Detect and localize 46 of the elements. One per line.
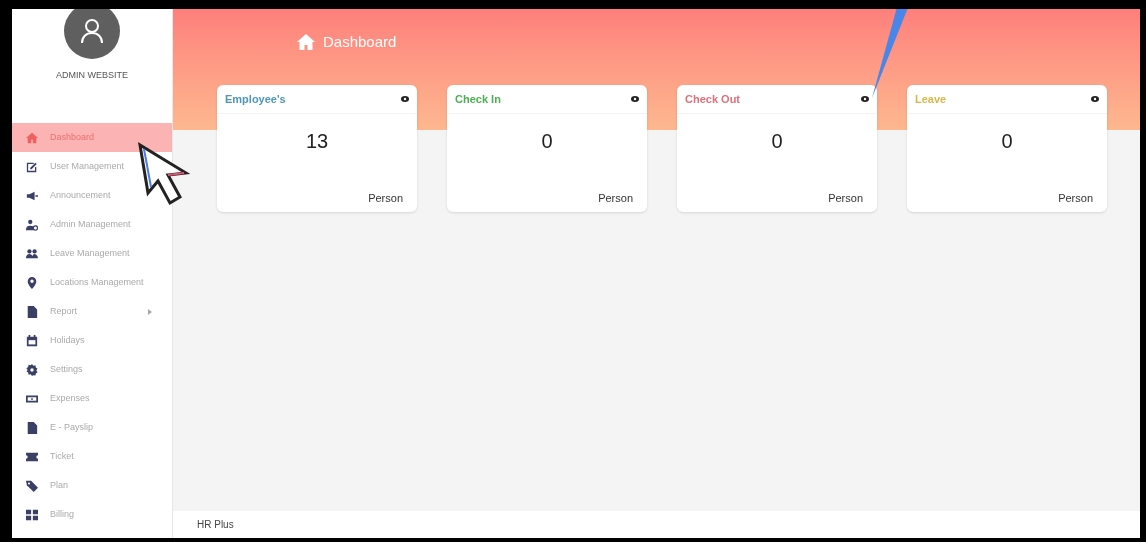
megaphone-icon xyxy=(26,189,38,202)
stat-value: 13 xyxy=(305,129,329,154)
sidebar-item[interactable]: Plan xyxy=(12,471,172,500)
sidebar-item[interactable]: Admin Management xyxy=(12,210,172,239)
stat-unit: Person xyxy=(1058,190,1093,206)
home-icon xyxy=(26,131,38,144)
sidebar-item[interactable]: Expenses xyxy=(12,384,172,413)
grid-icon xyxy=(26,508,38,521)
file-icon xyxy=(26,305,38,318)
sidebar-item[interactable]: Dashboard xyxy=(12,123,172,152)
card-title: Check Out xyxy=(685,91,740,107)
sidebar-item[interactable]: Leave Management xyxy=(12,239,172,268)
eye-icon[interactable] xyxy=(861,96,869,102)
page-title: Dashboard xyxy=(323,32,397,52)
stat-value: 0 xyxy=(541,129,553,154)
card-title: Employee's xyxy=(225,91,286,107)
eye-icon[interactable] xyxy=(631,96,639,102)
stat-unit: Person xyxy=(828,190,863,206)
admin-icon xyxy=(26,218,38,231)
card-title: Check In xyxy=(455,91,501,107)
stat-unit: Person xyxy=(368,190,403,206)
sidebar-item[interactable]: E - Payslip xyxy=(12,413,172,442)
sidebar-item[interactable]: Settings xyxy=(12,355,172,384)
eye-icon[interactable] xyxy=(1091,96,1099,102)
pin-icon xyxy=(26,276,38,289)
gear-icon xyxy=(26,363,38,376)
user-name: ADMIN WEBSITE xyxy=(56,69,128,82)
card-title: Leave xyxy=(915,91,947,107)
stat-value: 0 xyxy=(1001,129,1013,154)
calendar-icon xyxy=(26,334,38,347)
sidebar-item[interactable]: Ticket xyxy=(12,442,172,471)
eye-icon[interactable] xyxy=(401,96,409,102)
footer-text: HR Plus xyxy=(197,518,234,532)
users-icon xyxy=(26,247,38,260)
sidebar-item[interactable]: Holidays xyxy=(12,326,172,355)
ticket-icon xyxy=(26,450,38,463)
user-icon xyxy=(80,18,104,44)
stat-value: 0 xyxy=(771,129,783,154)
sidebar-item[interactable]: Locations Management xyxy=(12,268,172,297)
file-icon xyxy=(26,421,38,434)
edit-icon xyxy=(26,160,38,173)
stat-unit: Person xyxy=(598,190,633,206)
home-icon xyxy=(297,34,315,51)
sidebar-item[interactable]: Report xyxy=(12,297,172,326)
sidebar-item[interactable]: Billing xyxy=(12,500,172,529)
tag-icon xyxy=(26,479,38,492)
